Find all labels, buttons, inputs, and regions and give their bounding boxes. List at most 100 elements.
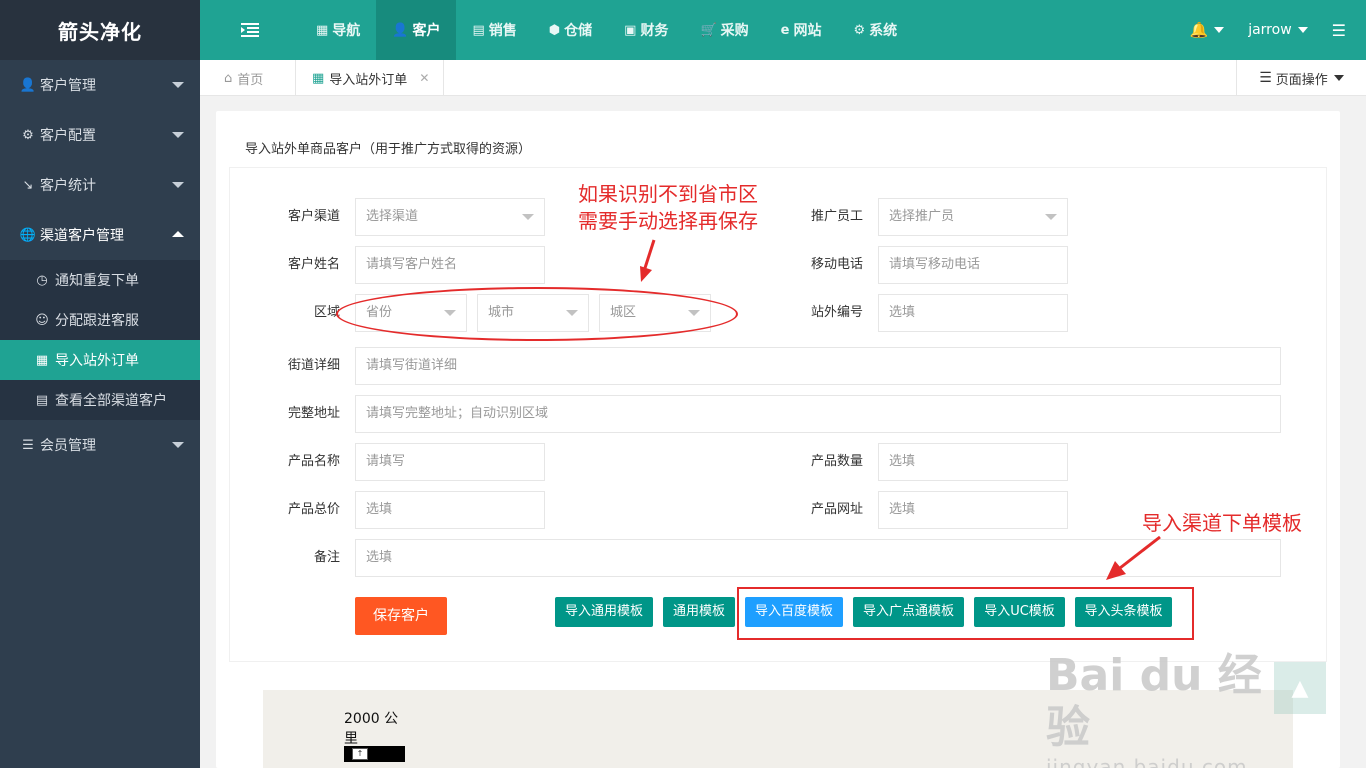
street-label: 街道详细 bbox=[287, 358, 340, 373]
topnav-item-label: 采购 bbox=[720, 23, 749, 39]
map-scale-line1: 2000 公 bbox=[344, 711, 399, 727]
street-input[interactable]: 请填写街道详细 bbox=[355, 347, 1281, 385]
watermark-sub: jingyan.baidu.com bbox=[1046, 755, 1248, 768]
sidebar-subitem-assign-service[interactable]: ☺ 分配跟进客服 bbox=[0, 300, 200, 340]
sidebar-subitem-label: 分配跟进客服 bbox=[55, 313, 139, 329]
sidebar-item-customer-stats[interactable]: ↘ 客户统计 bbox=[0, 160, 200, 210]
cart-icon: 🛒 bbox=[700, 22, 717, 38]
sidebar-item-label: 客户统计 bbox=[40, 178, 96, 194]
tab-label: 首页 bbox=[237, 72, 264, 88]
sidebar-item-channel-customers[interactable]: 🌐 渠道客户管理 bbox=[0, 210, 200, 260]
tab-home[interactable]: ⌂ 首页 bbox=[200, 60, 296, 96]
top-right-tools: 🔔 jarrow ☰ bbox=[1190, 0, 1366, 60]
promoter-select[interactable]: 选择推广员 bbox=[878, 198, 1068, 236]
template-note: 导入渠道下单模板 bbox=[1142, 511, 1302, 535]
home-icon: ⌂ bbox=[224, 70, 233, 86]
channel-select[interactable]: 选择渠道 bbox=[355, 198, 545, 236]
topnav-item-warehouse[interactable]: ⬢ 仓储 bbox=[533, 0, 608, 60]
topnav-item-sales[interactable]: ▤ 销售 bbox=[456, 0, 532, 60]
topnav-item-system[interactable]: ⚙ 系统 bbox=[837, 0, 913, 60]
brand-logo: 箭头净化 bbox=[0, 0, 200, 60]
topnav-item-label: 系统 bbox=[869, 23, 898, 39]
list-icon: ☰ bbox=[22, 437, 34, 453]
topnav-item-website[interactable]: e 网站 bbox=[765, 0, 838, 60]
external-no-input[interactable]: 选填 bbox=[878, 294, 1068, 332]
mobile-label: 移动电话 bbox=[810, 257, 863, 272]
globe-icon: 🌐 bbox=[19, 227, 37, 243]
topnav-item-customer[interactable]: 👤 客户 bbox=[376, 0, 457, 60]
save-customer-button[interactable]: 保存客户 bbox=[355, 597, 447, 635]
topnav-item-label: 仓储 bbox=[564, 23, 593, 39]
close-icon[interactable]: ✕ bbox=[419, 71, 429, 85]
external-no-label: 站外编号 bbox=[810, 305, 863, 320]
import-general-template-button[interactable]: 导入通用模板 bbox=[555, 597, 653, 627]
product-total-input[interactable]: 选填 bbox=[355, 491, 545, 529]
topnav-item-finance[interactable]: ▣ 财务 bbox=[608, 0, 684, 60]
chevron-down-icon bbox=[522, 214, 534, 220]
page-operations-label: 页面操作 bbox=[1275, 72, 1328, 88]
topnav-item-label: 客户 bbox=[412, 23, 441, 39]
product-url-label: 产品网址 bbox=[810, 502, 863, 517]
sidebar: 箭头净化 👤 客户管理 ⚙ 客户配置 ↘ 客户统计 🌐 渠道客户管理 ◷ 通知重… bbox=[0, 0, 200, 768]
user-menu[interactable]: jarrow bbox=[1248, 22, 1308, 38]
sidebar-subitem-label: 查看全部渠道客户 bbox=[55, 393, 167, 409]
general-template-button[interactable]: 通用模板 bbox=[663, 597, 735, 627]
sitemap-icon: ▦ bbox=[35, 352, 49, 368]
full-address-input[interactable]: 请填写完整地址；自动识别区域 bbox=[355, 395, 1281, 433]
chevron-down-icon bbox=[172, 182, 184, 188]
sidebar-toggle-button[interactable] bbox=[200, 0, 300, 60]
product-url-input[interactable]: 选填 bbox=[878, 491, 1068, 529]
topnav-item-navigation[interactable]: ▦ 导航 bbox=[300, 0, 376, 60]
remark-placeholder: 选填 bbox=[366, 550, 393, 565]
product-name-label: 产品名称 bbox=[287, 454, 340, 469]
sidebar-subitem-label: 通知重复下单 bbox=[55, 273, 139, 289]
menu-icon: ☰ bbox=[1259, 70, 1272, 86]
sidebar-item-customer-management[interactable]: 👤 客户管理 bbox=[0, 60, 200, 110]
bell-icon: 🔔 bbox=[1189, 21, 1209, 39]
product-qty-input[interactable]: 选填 bbox=[878, 443, 1068, 481]
promoter-placeholder: 选择推广员 bbox=[889, 209, 955, 224]
sidebar-subitem-all-channel-customers[interactable]: ▤ 查看全部渠道客户 bbox=[0, 380, 200, 420]
more-menu-button[interactable]: ☰ bbox=[1332, 21, 1346, 40]
region-label: 区域 bbox=[313, 305, 340, 320]
name-label: 客户姓名 bbox=[287, 257, 340, 272]
clock-icon: ◷ bbox=[36, 272, 48, 288]
product-name-input[interactable]: 请填写 bbox=[355, 443, 545, 481]
user-icon: 👤 bbox=[392, 22, 409, 38]
user-list-icon: ☺ bbox=[35, 312, 49, 328]
sitemap-icon: ▦ bbox=[312, 70, 325, 86]
sidebar-subitem-import-external-orders[interactable]: ▦ 导入站外订单 bbox=[0, 340, 200, 380]
topnav-item-purchase[interactable]: 🛒 采购 bbox=[684, 0, 764, 60]
topnav-item-label: 财务 bbox=[640, 23, 669, 39]
sidebar-item-member-management[interactable]: ☰ 会员管理 bbox=[0, 420, 200, 470]
gear-icon: ⚙ bbox=[22, 127, 34, 143]
page-operations-button[interactable]: ☰ 页面操作 bbox=[1236, 60, 1366, 96]
sidebar-subitem-duplicate-notice[interactable]: ◷ 通知重复下单 bbox=[0, 260, 200, 300]
product-qty-label: 产品数量 bbox=[810, 454, 863, 469]
sidebar-item-customer-config[interactable]: ⚙ 客户配置 bbox=[0, 110, 200, 160]
tab-import-external-orders[interactable]: ▦ 导入站外订单 ✕ bbox=[296, 60, 445, 96]
grid-icon: ▦ bbox=[316, 22, 329, 38]
sidebar-item-label: 客户配置 bbox=[40, 128, 96, 144]
map-scale-knob: ↑ bbox=[352, 748, 368, 760]
product-total-label: 产品总价 bbox=[287, 502, 340, 517]
chevron-down-icon bbox=[172, 82, 184, 88]
top-nav: ▦ 导航 👤 客户 ▤ 销售 ⬢ 仓储 ▣ 财务 🛒 采购 e 网站 ⚙ 系统 bbox=[200, 0, 913, 60]
chevron-up-icon bbox=[172, 231, 184, 237]
user-icon: 👤 bbox=[19, 77, 37, 93]
remark-input[interactable]: 选填 bbox=[355, 539, 1281, 577]
product-url-placeholder: 选填 bbox=[889, 502, 916, 517]
name-input[interactable]: 请填写客户姓名 bbox=[355, 246, 545, 284]
region-note-line2: 需要手动选择再保存 bbox=[578, 209, 758, 233]
line-chart-icon: ↘ bbox=[22, 177, 34, 193]
mobile-input[interactable]: 请填写移动电话 bbox=[878, 246, 1068, 284]
clipboard-icon: ▤ bbox=[35, 392, 49, 408]
topnav-item-label: 导航 bbox=[332, 23, 361, 39]
ie-icon: e bbox=[780, 22, 790, 38]
sidebar-item-label: 会员管理 bbox=[40, 438, 96, 454]
back-to-top-button[interactable]: ▲ bbox=[1274, 662, 1326, 714]
sidebar-item-label: 客户管理 bbox=[40, 78, 96, 94]
list-icon: ☰ bbox=[1331, 20, 1346, 40]
notifications-button[interactable]: 🔔 bbox=[1190, 21, 1225, 39]
map-scale-text: 2000 公 里 bbox=[344, 709, 404, 749]
